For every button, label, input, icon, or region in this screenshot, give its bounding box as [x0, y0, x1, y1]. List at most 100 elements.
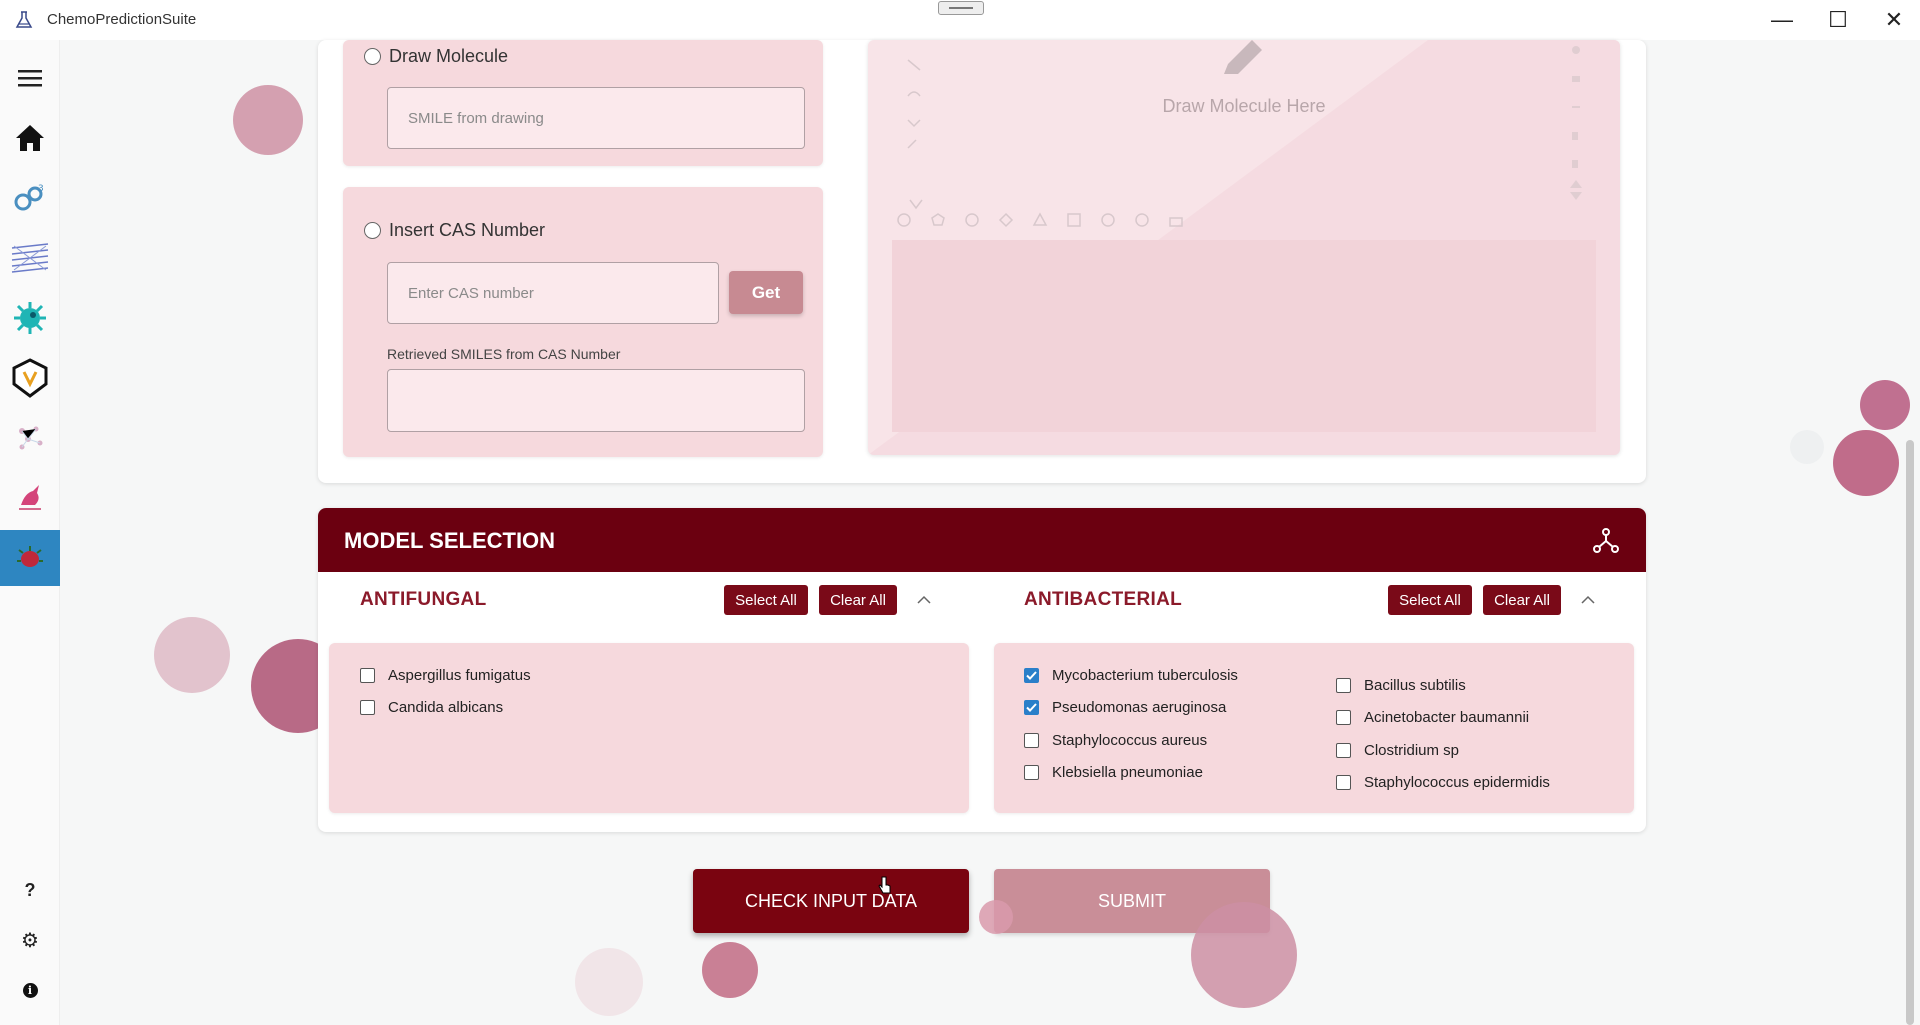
model-selection-header: MODEL SELECTION [318, 508, 1646, 572]
retrieved-smiles-field[interactable] [387, 369, 805, 432]
checkbox-aspergillus-fumigatus[interactable]: Aspergillus fumigatus [360, 667, 531, 684]
antifungal-clear-all-button[interactable]: Clear All [819, 585, 897, 615]
model-selection-title: MODEL SELECTION [344, 528, 556, 553]
layers-icon [11, 243, 49, 273]
virus-icon [14, 302, 46, 334]
antifungal-collapse-button[interactable] [913, 589, 935, 611]
decor-bubble [979, 900, 1013, 934]
draw-molecule-hint: Draw Molecule Here [1162, 96, 1326, 116]
cas-input[interactable]: Enter CAS number [387, 262, 719, 324]
checkbox-label: Bacillus subtilis [1364, 677, 1466, 694]
gear-icon: ⚙ [21, 929, 39, 952]
antifungal-select-all-button[interactable]: Select All [724, 585, 808, 615]
checkbox[interactable] [360, 700, 375, 715]
drawer-toolbar-right [1570, 46, 1582, 200]
sidebar-item-home[interactable] [0, 110, 60, 166]
molecule-3d-icon: 3 [14, 184, 44, 211]
maximize-button[interactable]: ☐ [1810, 0, 1866, 40]
chevron-up-icon [1581, 595, 1595, 604]
home-icon [16, 125, 44, 151]
sidebar-item-bacteria[interactable] [0, 530, 60, 586]
pencil-icon [1224, 40, 1262, 74]
hand-cursor-icon [878, 876, 891, 894]
help-icon: ? [24, 879, 36, 900]
cas-radio[interactable]: Insert CAS Number [364, 220, 545, 241]
close-button[interactable]: ✕ [1866, 0, 1920, 40]
checkbox[interactable] [360, 668, 375, 683]
checkbox-staphylococcus-epidermidis[interactable]: Staphylococcus epidermidis [1336, 774, 1550, 791]
app-title: ChemoPredictionSuite [47, 11, 197, 28]
decor-bubble [1833, 430, 1899, 496]
sidebar-item-shield[interactable] [0, 350, 60, 406]
svg-text:3: 3 [38, 184, 44, 194]
help-button[interactable]: ? [0, 862, 60, 918]
info-icon: i [22, 982, 38, 998]
radio-button[interactable] [364, 48, 381, 65]
retrieved-smiles-label: Retrieved SMILES from CAS Number [387, 346, 621, 362]
checkbox-staphylococcus-aureus[interactable]: Staphylococcus aureus [1024, 732, 1207, 749]
drawing-canvas[interactable] [892, 240, 1596, 432]
checkbox-label: Clostridium sp [1364, 742, 1460, 759]
menu-icon [18, 70, 42, 87]
vertical-scrollbar[interactable] [1906, 440, 1914, 1025]
checkbox-label: Mycobacterium tuberculosis [1052, 667, 1238, 684]
drawer-shape-toolbar [897, 212, 1183, 228]
checkbox-checked[interactable] [1024, 700, 1039, 715]
sidebar-item-network[interactable] [0, 410, 60, 466]
decor-bubble [233, 85, 303, 155]
unicorn-icon [19, 485, 41, 510]
checkbox-label: Klebsiella pneumoniae [1052, 764, 1203, 781]
decor-bubble [154, 617, 230, 693]
checkbox-label: Acinetobacter baumannii [1364, 709, 1530, 726]
radio-button[interactable] [364, 222, 381, 239]
sidebar-item-virus[interactable] [0, 290, 60, 346]
checkbox[interactable] [1336, 743, 1351, 758]
drawer-toolbar-left [907, 59, 923, 210]
checkbox[interactable] [1024, 765, 1039, 780]
shield-app-icon [12, 358, 48, 398]
smile-input[interactable]: SMILE from drawing [387, 87, 805, 149]
info-button[interactable]: i [0, 962, 60, 1018]
checkbox-acinetobacter-baumannii[interactable]: Acinetobacter baumannii [1336, 709, 1529, 726]
checkbox[interactable] [1336, 678, 1351, 693]
molecule-drawer[interactable]: Draw Molecule Here [868, 40, 1620, 455]
checkbox-mycobacterium-tuberculosis[interactable]: Mycobacterium tuberculosis [1024, 667, 1238, 684]
chevron-up-icon [917, 595, 931, 604]
antifungal-title: ANTIFUNGAL [360, 589, 487, 610]
drag-handle[interactable] [938, 1, 984, 15]
check-input-data-button[interactable]: CHECK INPUT DATA [693, 869, 969, 933]
flask-icon [15, 11, 33, 28]
sidebar-item-layers[interactable] [0, 230, 60, 286]
checkbox-checked[interactable] [1024, 668, 1039, 683]
checkbox-label: Pseudomonas aeruginosa [1052, 699, 1227, 716]
sidebar-item-molecule[interactable]: 3 [0, 170, 60, 226]
draw-molecule-radio[interactable]: Draw Molecule [364, 46, 508, 67]
sidebar: 3 ? ⚙ i [0, 40, 60, 1025]
sidebar-item-unicorn[interactable] [0, 470, 60, 526]
title-bar: ChemoPredictionSuite — ☐ ✕ [0, 0, 1920, 40]
draw-molecule-label: Draw Molecule [389, 46, 509, 66]
checkbox-pseudomonas-aeruginosa[interactable]: Pseudomonas aeruginosa [1024, 699, 1226, 716]
checkbox-label: Staphylococcus epidermidis [1364, 774, 1550, 791]
antibacterial-title: ANTIBACTERIAL [1024, 589, 1182, 610]
checkbox[interactable] [1336, 710, 1351, 725]
network-model-icon [1593, 528, 1619, 553]
decor-bubble [1790, 430, 1824, 464]
antibacterial-clear-all-button[interactable]: Clear All [1483, 585, 1561, 615]
minimize-button[interactable]: — [1754, 0, 1810, 40]
decor-bubble [575, 948, 643, 1016]
checkbox-clostridium-sp[interactable]: Clostridium sp [1336, 742, 1459, 759]
antibacterial-collapse-button[interactable] [1577, 589, 1599, 611]
menu-button[interactable] [0, 50, 60, 106]
get-button[interactable]: Get [729, 271, 803, 314]
checkbox-candida-albicans[interactable]: Candida albicans [360, 699, 503, 716]
checkbox[interactable] [1336, 775, 1351, 790]
checkbox-label: Candida albicans [388, 699, 504, 716]
checkbox-bacillus-subtilis[interactable]: Bacillus subtilis [1336, 677, 1466, 694]
decor-bubble [1191, 902, 1297, 1008]
checkbox[interactable] [1024, 733, 1039, 748]
checkbox-label: Staphylococcus aureus [1052, 732, 1208, 749]
settings-button[interactable]: ⚙ [0, 912, 60, 968]
antibacterial-select-all-button[interactable]: Select All [1388, 585, 1472, 615]
checkbox-klebsiella-pneumoniae[interactable]: Klebsiella pneumoniae [1024, 764, 1203, 781]
